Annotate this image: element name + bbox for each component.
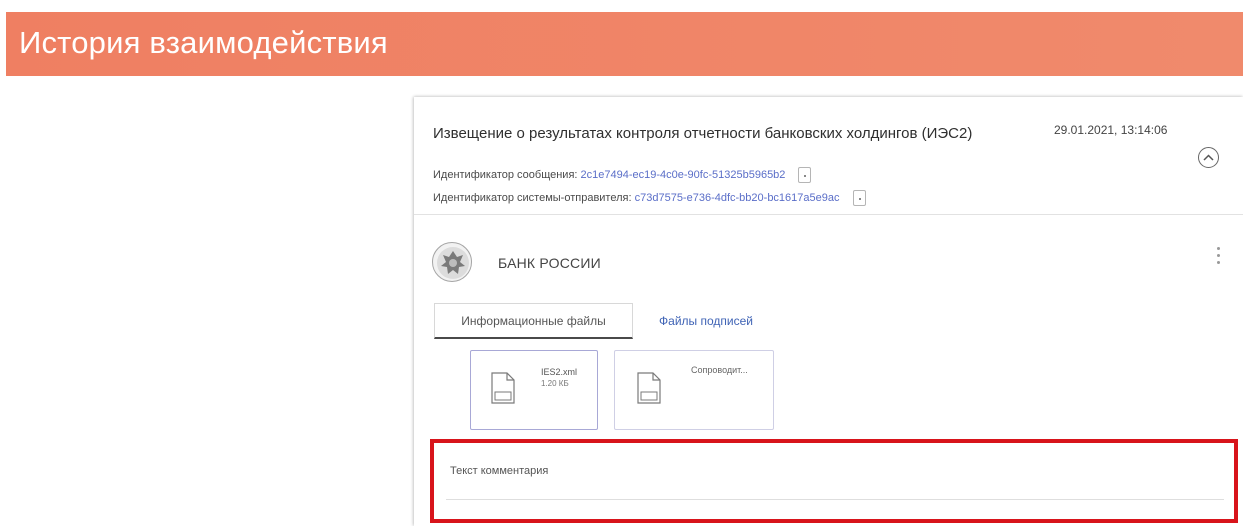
collapse-button[interactable]: [1198, 147, 1219, 168]
xml-document-icon: [491, 372, 515, 404]
page-title: История взаимодействия: [19, 25, 388, 60]
message-id-label: Идентификатор сообщения:: [433, 168, 578, 181]
message-id-value[interactable]: 2c1e7494-ec19-4c0e-90fc-51325b5965b2: [581, 169, 786, 181]
message-title: Извещение о результатах контроля отчетно…: [433, 125, 973, 142]
message-card: Извещение о результатах контроля отчетно…: [414, 97, 1243, 526]
comment-field-highlight: Текст комментария: [430, 439, 1238, 523]
tab-signature-files[interactable]: Файлы подписей: [636, 303, 776, 339]
file-size: 1.20 КБ: [541, 379, 569, 388]
left-pane: [6, 76, 412, 526]
comment-underline: [446, 499, 1224, 500]
message-id-row: Идентификатор сообщения: 2c1e7494-ec19-4…: [433, 167, 812, 183]
comment-input[interactable]: Текст комментария: [450, 465, 548, 477]
system-id-label: Идентификатор системы-отправителя:: [433, 191, 632, 204]
header-divider: [414, 214, 1243, 215]
message-date: 29.01.2021, 13:14:06: [1054, 123, 1168, 137]
file-tile[interactable]: IES2.xml 1.20 КБ: [470, 350, 598, 430]
chevron-up-icon: [1203, 154, 1214, 161]
more-options-icon[interactable]: [1213, 247, 1223, 269]
copy-icon[interactable]: [852, 190, 866, 206]
system-id-value[interactable]: c73d7575-e736-4dfc-bb20-bc1617a5e9ac: [635, 192, 840, 204]
system-id-row: Идентификатор системы-отправителя: c73d7…: [433, 190, 866, 206]
file-name: IES2.xml: [541, 367, 578, 377]
bank-of-russia-emblem-icon: [432, 242, 472, 282]
copy-icon[interactable]: [798, 167, 812, 183]
page-header: История взаимодействия: [6, 12, 1243, 76]
sender-name: БАНК РОССИИ: [498, 255, 601, 271]
file-name: Сопроводит...: [691, 365, 748, 375]
tab-information-files[interactable]: Информационные файлы: [434, 303, 633, 339]
xml-document-icon: [637, 372, 661, 404]
file-tile[interactable]: Сопроводит...: [614, 350, 774, 430]
